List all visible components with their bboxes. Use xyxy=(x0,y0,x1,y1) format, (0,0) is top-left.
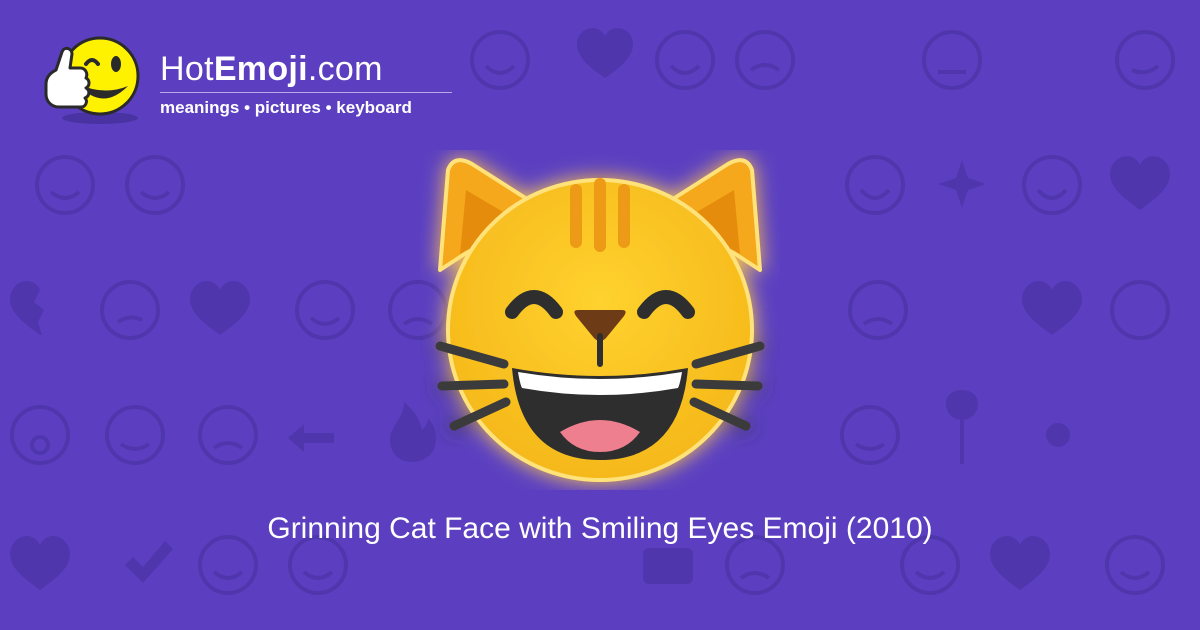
heart-icon xyxy=(577,28,633,78)
smiley-icon xyxy=(1022,155,1082,215)
camera-icon xyxy=(643,548,693,584)
sparkles-icon xyxy=(938,160,986,208)
sun-icon xyxy=(1046,423,1070,447)
smiley-icon xyxy=(198,405,258,465)
smiley-icon xyxy=(105,405,165,465)
heart-icon xyxy=(1022,281,1082,335)
emoji-caption: Grinning Cat Face with Smiling Eyes Emoj… xyxy=(267,512,933,545)
smiley-icon xyxy=(1110,280,1170,340)
check-mark-icon xyxy=(125,541,173,583)
smiley-icon xyxy=(840,405,900,465)
smiley-icon xyxy=(295,280,355,340)
site-logo[interactable]: HotEmoji.com meanings • pictures • keybo… xyxy=(38,32,478,132)
smiley-icon xyxy=(848,280,908,340)
smiley-icon xyxy=(735,30,795,90)
rose-icon xyxy=(946,390,978,464)
smiley-icon xyxy=(922,30,982,90)
thumbs-up-winking-face-icon xyxy=(44,36,140,124)
social-share-card: HotEmoji.com meanings • pictures • keybo… xyxy=(0,0,1200,630)
left-arrow-icon xyxy=(288,424,334,452)
smiley-icon xyxy=(845,155,905,215)
site-tagline: meanings • pictures • keyboard xyxy=(160,98,412,117)
smiley-icon xyxy=(655,30,715,90)
logo-divider xyxy=(160,92,452,93)
smiley-icon xyxy=(125,155,185,215)
grinning-cat-face-with-smiling-eyes-icon xyxy=(435,158,765,482)
smiley-icon xyxy=(470,30,530,90)
smiley-icon xyxy=(100,280,160,340)
site-name: HotEmoji.com xyxy=(160,50,383,88)
smiley-icon xyxy=(10,405,70,465)
heart-icon xyxy=(1110,156,1170,210)
broken-heart-icon xyxy=(10,281,44,335)
heart-icon xyxy=(190,281,250,335)
smiley-icon xyxy=(35,155,95,215)
smirk-icon xyxy=(1115,30,1175,90)
